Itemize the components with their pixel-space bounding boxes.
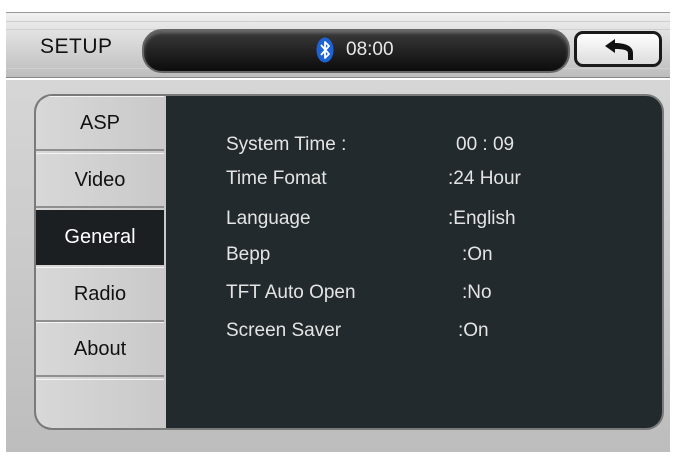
setting-screen-saver[interactable]: Screen Saver :On [226, 320, 606, 350]
tab-asp[interactable]: ASP [36, 96, 164, 151]
bluetooth-icon [316, 37, 334, 63]
setting-system-time[interactable]: System Time : 00 : 09 [226, 134, 606, 164]
setting-label: TFT Auto Open [226, 282, 356, 303]
settings-panel: ASP Video General Radio About System Tim… [34, 94, 664, 430]
setting-value: :On [462, 244, 493, 265]
setting-value: :No [462, 282, 492, 303]
top-bar: SETUP 08:00 [6, 12, 670, 78]
tab-video[interactable]: Video [36, 153, 164, 208]
back-button[interactable] [574, 31, 662, 67]
setting-tft-auto-open[interactable]: TFT Auto Open :No [226, 282, 606, 312]
setting-value: :On [458, 320, 489, 341]
bar-line [6, 21, 670, 22]
back-arrow-icon [605, 39, 633, 60]
setting-value: :English [448, 208, 516, 229]
page-title: SETUP [40, 35, 113, 58]
setup-screen: SETUP 08:00 ASP Video General Radio Abou… [0, 0, 674, 455]
setting-beep[interactable]: Bepp :On [226, 244, 606, 274]
tab-radio[interactable]: Radio [36, 267, 164, 322]
setting-time-format[interactable]: Time Fomat :24 Hour [226, 168, 606, 198]
tab-list: ASP Video General Radio About [36, 96, 166, 428]
setting-label: Time Fomat [226, 168, 327, 189]
status-display: 08:00 [142, 29, 570, 73]
setting-label: Language [226, 208, 311, 229]
setting-label: System Time : [226, 134, 347, 155]
setting-value: 00 : 09 [456, 134, 515, 155]
tab-empty-slot [36, 379, 164, 428]
setting-language[interactable]: Language :English [226, 208, 606, 238]
setting-value: :24 Hour [448, 168, 521, 189]
clock-time: 08:00 [346, 39, 394, 60]
setting-label: Screen Saver [226, 320, 342, 341]
tab-about[interactable]: About [36, 322, 164, 377]
main-area: ASP Video General Radio About System Tim… [6, 80, 670, 452]
setting-label: Bepp [226, 244, 271, 265]
tab-general[interactable]: General [36, 210, 164, 265]
